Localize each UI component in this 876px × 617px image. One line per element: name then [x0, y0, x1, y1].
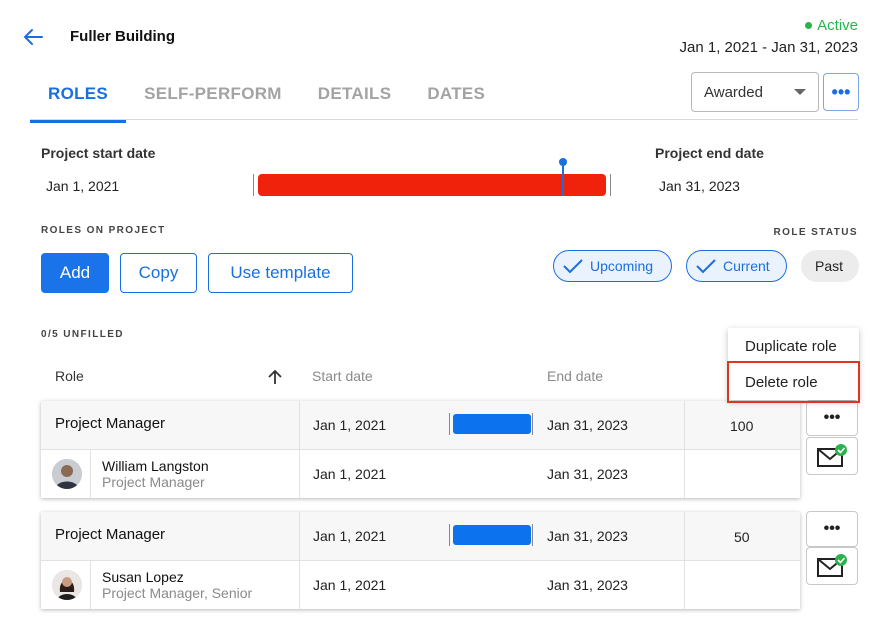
tab-self-perform[interactable]: SELF-PERFORM [126, 70, 300, 123]
role-name: Project Manager [55, 415, 166, 432]
role-allocation: 50 [734, 529, 750, 545]
row-more-button[interactable]: ••• [806, 400, 858, 436]
project-end-label: Project end date [655, 145, 764, 161]
person-start-date: Jan 1, 2021 [313, 577, 387, 593]
status-badge: Active [805, 17, 858, 34]
header-more-button[interactable]: ••• [823, 73, 859, 111]
person-start-date: Jan 1, 2021 [313, 466, 387, 482]
project-date-range: Jan 1, 2021 - Jan 31, 2023 [679, 39, 858, 56]
timeline-end-tick [610, 174, 611, 196]
chip-past[interactable]: Past [801, 250, 859, 282]
person-end-date: Jan 31, 2023 [547, 577, 628, 593]
role-start-date: Jan 1, 2021 [313, 417, 387, 433]
delete-role-highlight [727, 361, 860, 403]
add-button[interactable]: Add [41, 253, 109, 293]
chip-current[interactable]: Current [686, 250, 787, 282]
project-end-value: Jan 31, 2023 [659, 178, 740, 194]
column-divider [299, 401, 300, 498]
role-timeline-bar [449, 413, 533, 435]
avatar[interactable] [52, 459, 82, 489]
stage-select[interactable]: Awarded [691, 72, 819, 112]
role-card: Project Manager Jan 1, 2021 Jan 31, 2023… [41, 401, 800, 498]
tab-bar: ROLES SELF-PERFORM DETAILS DATES [30, 70, 503, 123]
roles-heading: ROLES ON PROJECT [41, 225, 166, 236]
role-end-date: Jan 31, 2023 [547, 528, 628, 544]
sort-up-arrow-icon[interactable] [267, 368, 283, 391]
column-header-start[interactable]: Start date [312, 368, 373, 384]
person-end-date: Jan 31, 2023 [547, 466, 628, 482]
row-more-button[interactable]: ••• [806, 511, 858, 547]
role-allocation: 100 [730, 418, 754, 434]
column-header-end[interactable]: End date [547, 368, 603, 384]
role-card: Project Manager Jan 1, 2021 Jan 31, 2023… [41, 512, 800, 609]
tab-roles[interactable]: ROLES [30, 70, 127, 123]
check-icon [696, 259, 716, 274]
email-sent-button[interactable] [806, 437, 858, 475]
mail-check-icon [817, 444, 847, 467]
check-icon [563, 259, 583, 274]
role-name: Project Manager [55, 526, 166, 543]
today-marker-dot [559, 158, 567, 166]
column-divider [299, 512, 300, 609]
column-divider [684, 512, 685, 609]
stage-select-value: Awarded [704, 83, 763, 101]
tab-details[interactable]: DETAILS [300, 70, 410, 123]
avatar[interactable] [52, 570, 82, 600]
role-timeline-bar [449, 524, 533, 546]
person-name[interactable]: William Langston [102, 458, 209, 474]
column-divider [90, 561, 91, 609]
role-status-heading: ROLE STATUS [773, 227, 858, 238]
email-sent-button[interactable] [806, 547, 858, 585]
column-header-role[interactable]: Role [55, 368, 84, 384]
chip-upcoming-label: Upcoming [590, 258, 654, 274]
tab-divider [30, 119, 858, 120]
chip-upcoming[interactable]: Upcoming [553, 250, 672, 282]
project-start-value: Jan 1, 2021 [46, 178, 120, 194]
status-label: Active [817, 17, 858, 34]
unfilled-count: 0/5 UNFILLED [41, 329, 124, 340]
menu-item-duplicate-role[interactable]: Duplicate role [728, 328, 859, 364]
person-title: Project Manager, Senior [102, 585, 253, 601]
chip-current-label: Current [723, 258, 770, 274]
column-divider [684, 401, 685, 498]
column-divider [90, 450, 91, 498]
project-start-label: Project start date [41, 145, 156, 161]
person-name[interactable]: Susan Lopez [102, 569, 184, 585]
today-marker [562, 162, 564, 196]
back-arrow-icon[interactable] [22, 26, 44, 48]
chip-past-label: Past [815, 258, 844, 274]
use-template-button[interactable]: Use template [208, 253, 353, 293]
status-dot-icon [805, 22, 813, 29]
timeline-start-tick [253, 174, 254, 196]
copy-button[interactable]: Copy [120, 253, 197, 293]
mail-check-icon [817, 554, 847, 577]
project-timeline-bar [258, 174, 606, 196]
tab-dates[interactable]: DATES [409, 70, 503, 123]
role-start-date: Jan 1, 2021 [313, 528, 387, 544]
role-end-date: Jan 31, 2023 [547, 417, 628, 433]
project-title: Fuller Building [70, 28, 175, 45]
caret-down-icon [794, 89, 806, 95]
person-title: Project Manager [102, 474, 205, 490]
